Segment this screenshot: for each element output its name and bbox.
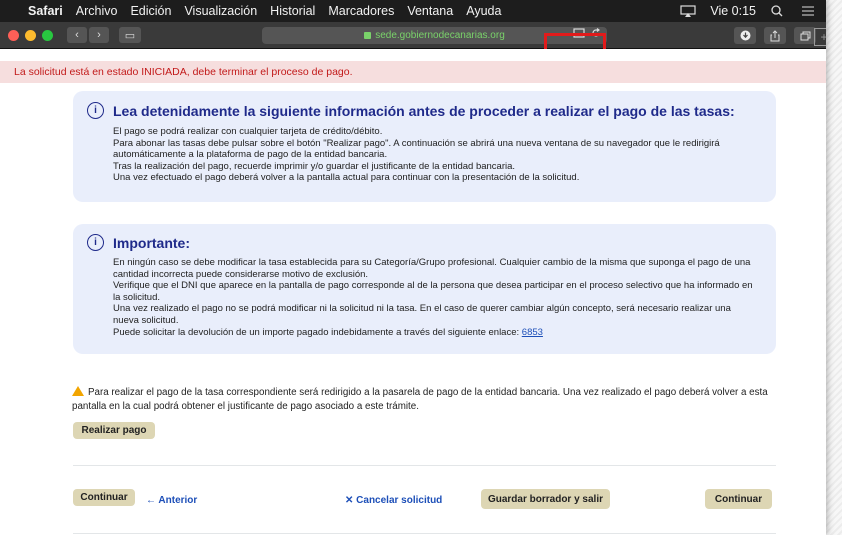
info-line-2: Para abonar las tasas debe pulsar sobre … bbox=[113, 137, 720, 161]
download-icon bbox=[740, 30, 750, 41]
menu-edicion[interactable]: Edición bbox=[130, 4, 171, 18]
important-box-heading: i Importante: bbox=[87, 234, 190, 251]
info-line-1: El pago se podrá realizar con cualquier … bbox=[113, 126, 383, 137]
payment-warning-text: Para realizar el pago de la tasa corresp… bbox=[72, 387, 768, 412]
info-box-text: El pago se podrá realizar con cualquier … bbox=[113, 126, 758, 184]
cancel-request-link[interactable]: ✕ Cancelar solicitud bbox=[345, 495, 442, 506]
lock-icon bbox=[364, 32, 372, 39]
continue-button-left[interactable]: Continuar bbox=[73, 489, 135, 506]
browser-toolbar: ‹ › ▭ sede.gobiernodecanarias.org + bbox=[0, 22, 826, 49]
menu-ayuda[interactable]: Ayuda bbox=[466, 4, 501, 18]
important-line-2: Verifique que el DNI que aparece en la p… bbox=[113, 280, 753, 303]
menu-archivo[interactable]: Archivo bbox=[76, 4, 118, 18]
warning-icon bbox=[72, 386, 84, 396]
menu-app-name[interactable]: Safari bbox=[28, 4, 63, 18]
divider bbox=[73, 465, 776, 466]
new-tab-button[interactable]: + bbox=[814, 28, 826, 46]
info-line-3: Tras la realización del pago, recuerde i… bbox=[113, 160, 516, 172]
safari-window: Safari Archivo Edición Visualización His… bbox=[0, 0, 826, 535]
realizar-pago-button[interactable]: Realizar pago bbox=[73, 422, 155, 439]
macos-menu-bar: Safari Archivo Edición Visualización His… bbox=[0, 0, 826, 22]
forward-button[interactable]: › bbox=[89, 27, 109, 43]
minimize-window-button[interactable] bbox=[25, 29, 36, 41]
downloads-button[interactable] bbox=[734, 27, 756, 44]
tabs-overview-button[interactable] bbox=[794, 27, 816, 44]
zoom-window-button[interactable] bbox=[42, 29, 53, 41]
share-icon bbox=[770, 29, 780, 41]
search-icon[interactable] bbox=[770, 5, 786, 17]
menu-clock[interactable]: Vie 0:15 bbox=[710, 4, 756, 18]
web-page: La solicitud está en estado INICIADA, de… bbox=[0, 49, 826, 535]
info-icon: i bbox=[87, 102, 104, 119]
important-box-title: Importante: bbox=[113, 234, 190, 251]
refund-link[interactable]: 6853 bbox=[522, 327, 543, 338]
status-alert: La solicitud está en estado INICIADA, de… bbox=[0, 61, 826, 83]
divider bbox=[73, 533, 776, 534]
payment-warning: Para realizar el pago de la tasa corresp… bbox=[72, 386, 782, 414]
important-box: i Importante: En ningún caso se debe mod… bbox=[73, 224, 776, 354]
menu-historial[interactable]: Historial bbox=[270, 4, 315, 18]
important-line-4: Puede solicitar la devolución de un impo… bbox=[113, 326, 522, 338]
airplay-icon[interactable] bbox=[680, 5, 696, 17]
menu-ventana[interactable]: Ventana bbox=[407, 4, 453, 18]
tabs-icon bbox=[800, 31, 810, 40]
important-line-1: En ningún caso se debe modificar la tasa… bbox=[113, 257, 751, 280]
control-center-icon[interactable] bbox=[800, 5, 816, 17]
save-draft-button[interactable]: Guardar borrador y salir bbox=[481, 489, 610, 509]
back-button[interactable]: ‹ bbox=[67, 27, 87, 43]
important-box-text: En ningún caso se debe modificar la tasa… bbox=[113, 257, 758, 338]
info-box-heading: i Lea detenidamente la siguiente informa… bbox=[87, 102, 735, 119]
sidebar-toggle-icon[interactable]: ▭ bbox=[119, 27, 141, 43]
info-line-4: Una vez efectuado el pago deberá volver … bbox=[113, 172, 580, 184]
info-icon: i bbox=[87, 234, 104, 251]
info-box-title: Lea detenidamente la siguiente informaci… bbox=[113, 102, 735, 119]
address-bar-url: sede.gobiernodecanarias.org bbox=[375, 30, 505, 41]
close-window-button[interactable] bbox=[8, 29, 19, 41]
important-line-3: Una vez realizado el pago no se podrá mo… bbox=[113, 303, 731, 326]
info-box: i Lea detenidamente la siguiente informa… bbox=[73, 91, 776, 202]
menu-marcadores[interactable]: Marcadores bbox=[328, 4, 394, 18]
continue-button-right[interactable]: Continuar bbox=[705, 489, 772, 509]
menu-visualizacion[interactable]: Visualización bbox=[184, 4, 257, 18]
share-button[interactable] bbox=[764, 27, 786, 44]
previous-link[interactable]: ← Anterior bbox=[146, 495, 197, 506]
